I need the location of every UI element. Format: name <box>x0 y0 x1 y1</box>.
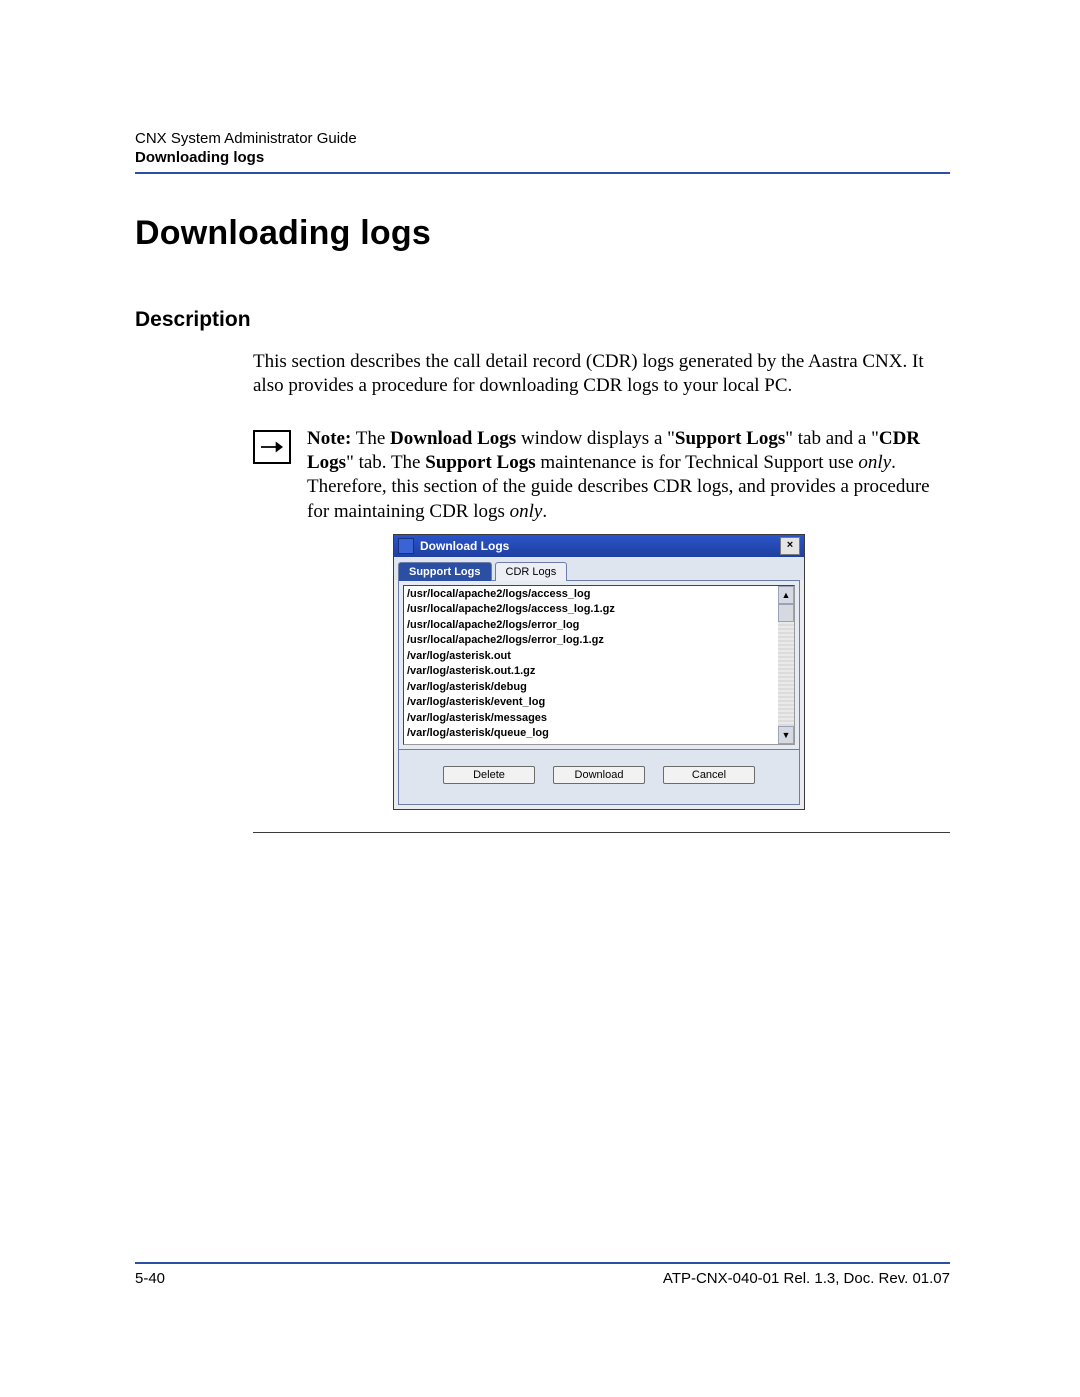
app-icon <box>398 538 414 554</box>
note-prefix: Note: <box>307 428 351 449</box>
tab-strip: Support Logs CDR Logs <box>394 557 804 580</box>
running-header-section: Downloading logs <box>135 149 950 166</box>
button-row: Delete Download Cancel <box>398 750 800 805</box>
window-titlebar[interactable]: Download Logs × <box>394 535 804 557</box>
download-logs-window: Download Logs × Support Logs CDR Logs /u… <box>393 534 805 810</box>
page-footer: 5-40 ATP-CNX-040-01 Rel. 1.3, Doc. Rev. … <box>135 1262 950 1287</box>
list-item[interactable]: /usr/local/apache2/logs/error_log <box>407 618 778 634</box>
list-item[interactable]: /var/log/asterisk/event_log <box>407 695 778 711</box>
vertical-scrollbar[interactable]: ▲ ▼ <box>778 586 794 744</box>
download-button[interactable]: Download <box>553 766 645 784</box>
list-item[interactable]: /var/log/asterisk/queue_log <box>407 726 778 742</box>
list-item[interactable]: /var/log/asterisk/debug <box>407 680 778 696</box>
list-item[interactable]: /usr/local/apache2/logs/access_log <box>407 587 778 603</box>
scroll-track[interactable] <box>778 622 794 726</box>
header-rule <box>135 172 950 174</box>
note-block: Note: The Download Logs window displays … <box>253 427 950 524</box>
page-title: Downloading logs <box>135 214 950 253</box>
scroll-up-icon[interactable]: ▲ <box>778 586 794 604</box>
delete-button[interactable]: Delete <box>443 766 535 784</box>
list-item[interactable]: /var/log/asterisk.out.1.gz <box>407 664 778 680</box>
list-item[interactable]: /usr/local/apache2/logs/access_log.1.gz <box>407 602 778 618</box>
section-end-rule <box>253 832 950 833</box>
cancel-button[interactable]: Cancel <box>663 766 755 784</box>
doc-revision: ATP-CNX-040-01 Rel. 1.3, Doc. Rev. 01.07 <box>663 1270 950 1287</box>
close-button[interactable]: × <box>780 537 800 555</box>
arrow-right-icon <box>253 430 291 464</box>
scroll-down-icon[interactable]: ▼ <box>778 726 794 744</box>
tab-cdr-logs[interactable]: CDR Logs <box>495 562 568 581</box>
list-item[interactable]: /var/log/asterisk/messages <box>407 711 778 727</box>
list-item[interactable]: /var/log/asterisk.out <box>407 649 778 665</box>
window-title: Download Logs <box>420 539 780 553</box>
page-number: 5-40 <box>135 1270 165 1287</box>
description-heading: Description <box>135 308 950 332</box>
running-header-guide: CNX System Administrator Guide <box>135 130 950 147</box>
list-panel: /usr/local/apache2/logs/access_log /usr/… <box>398 580 800 750</box>
footer-rule <box>135 1262 950 1264</box>
scroll-thumb[interactable] <box>778 604 794 622</box>
note-text: Note: The Download Logs window displays … <box>307 427 950 524</box>
tab-support-logs[interactable]: Support Logs <box>398 562 492 581</box>
log-list[interactable]: /usr/local/apache2/logs/access_log /usr/… <box>404 586 778 744</box>
description-paragraph: This section describes the call detail r… <box>253 350 950 399</box>
list-item[interactable]: /usr/local/apache2/logs/error_log.1.gz <box>407 633 778 649</box>
